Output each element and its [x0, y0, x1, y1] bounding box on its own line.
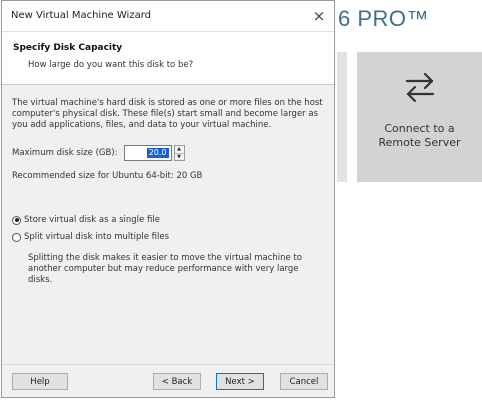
split-files-note: Splitting the disk makes it easier to mo…	[28, 253, 302, 285]
wizard-header: Specify Disk Capacity How large do you w…	[2, 32, 334, 85]
swap-arrows-icon	[403, 70, 437, 108]
cancel-button[interactable]: Cancel	[280, 373, 328, 390]
single-file-label: Store virtual disk as a single file	[24, 215, 160, 225]
max-disk-size-value: 20.0	[146, 148, 169, 158]
wizard-footer: Help < Back Next > Cancel	[2, 364, 334, 397]
max-disk-size-row: Maximum disk size (GB): 20.0 ▲ ▼	[12, 145, 185, 161]
split-multiple-files-option[interactable]: Split virtual disk into multiple files	[12, 232, 169, 242]
step-title: Specify Disk Capacity	[13, 43, 123, 53]
recommended-size-text: Recommended size for Ubuntu 64-bit: 20 G…	[12, 171, 203, 181]
back-button[interactable]: < Back	[153, 373, 201, 390]
disk-size-stepper[interactable]: ▲ ▼	[173, 145, 185, 161]
background-scrollbar[interactable]	[337, 52, 347, 182]
app-product-title: 6 PRO™	[338, 6, 430, 31]
help-button[interactable]: Help	[12, 373, 68, 390]
split-files-radio[interactable]	[12, 232, 21, 242]
close-icon[interactable]: ×	[304, 1, 334, 31]
new-vm-wizard-dialog: New Virtual Machine Wizard × Specify Dis…	[1, 0, 335, 398]
window-title: New Virtual Machine Wizard	[11, 10, 151, 21]
store-single-file-option[interactable]: Store virtual disk as a single file	[12, 215, 160, 225]
tile-label-line2: Remote Server	[378, 136, 461, 149]
tile-label-line1: Connect to a	[384, 122, 455, 135]
dialog-titlebar: New Virtual Machine Wizard ×	[2, 1, 334, 32]
connect-remote-server-tile[interactable]: Connect to a Remote Server	[357, 52, 482, 182]
max-disk-size-label: Maximum disk size (GB):	[12, 148, 118, 158]
single-file-radio[interactable]	[12, 215, 21, 225]
step-subtitle: How large do you want this disk to be?	[28, 60, 194, 70]
next-button[interactable]: Next >	[216, 373, 264, 390]
split-files-label: Split virtual disk into multiple files	[24, 232, 170, 242]
tile-label: Connect to a Remote Server	[378, 122, 460, 150]
stepper-down-icon[interactable]: ▼	[174, 152, 184, 161]
max-disk-size-input[interactable]: 20.0	[123, 145, 172, 161]
disk-description: The virtual machine's hard disk is store…	[12, 98, 323, 130]
